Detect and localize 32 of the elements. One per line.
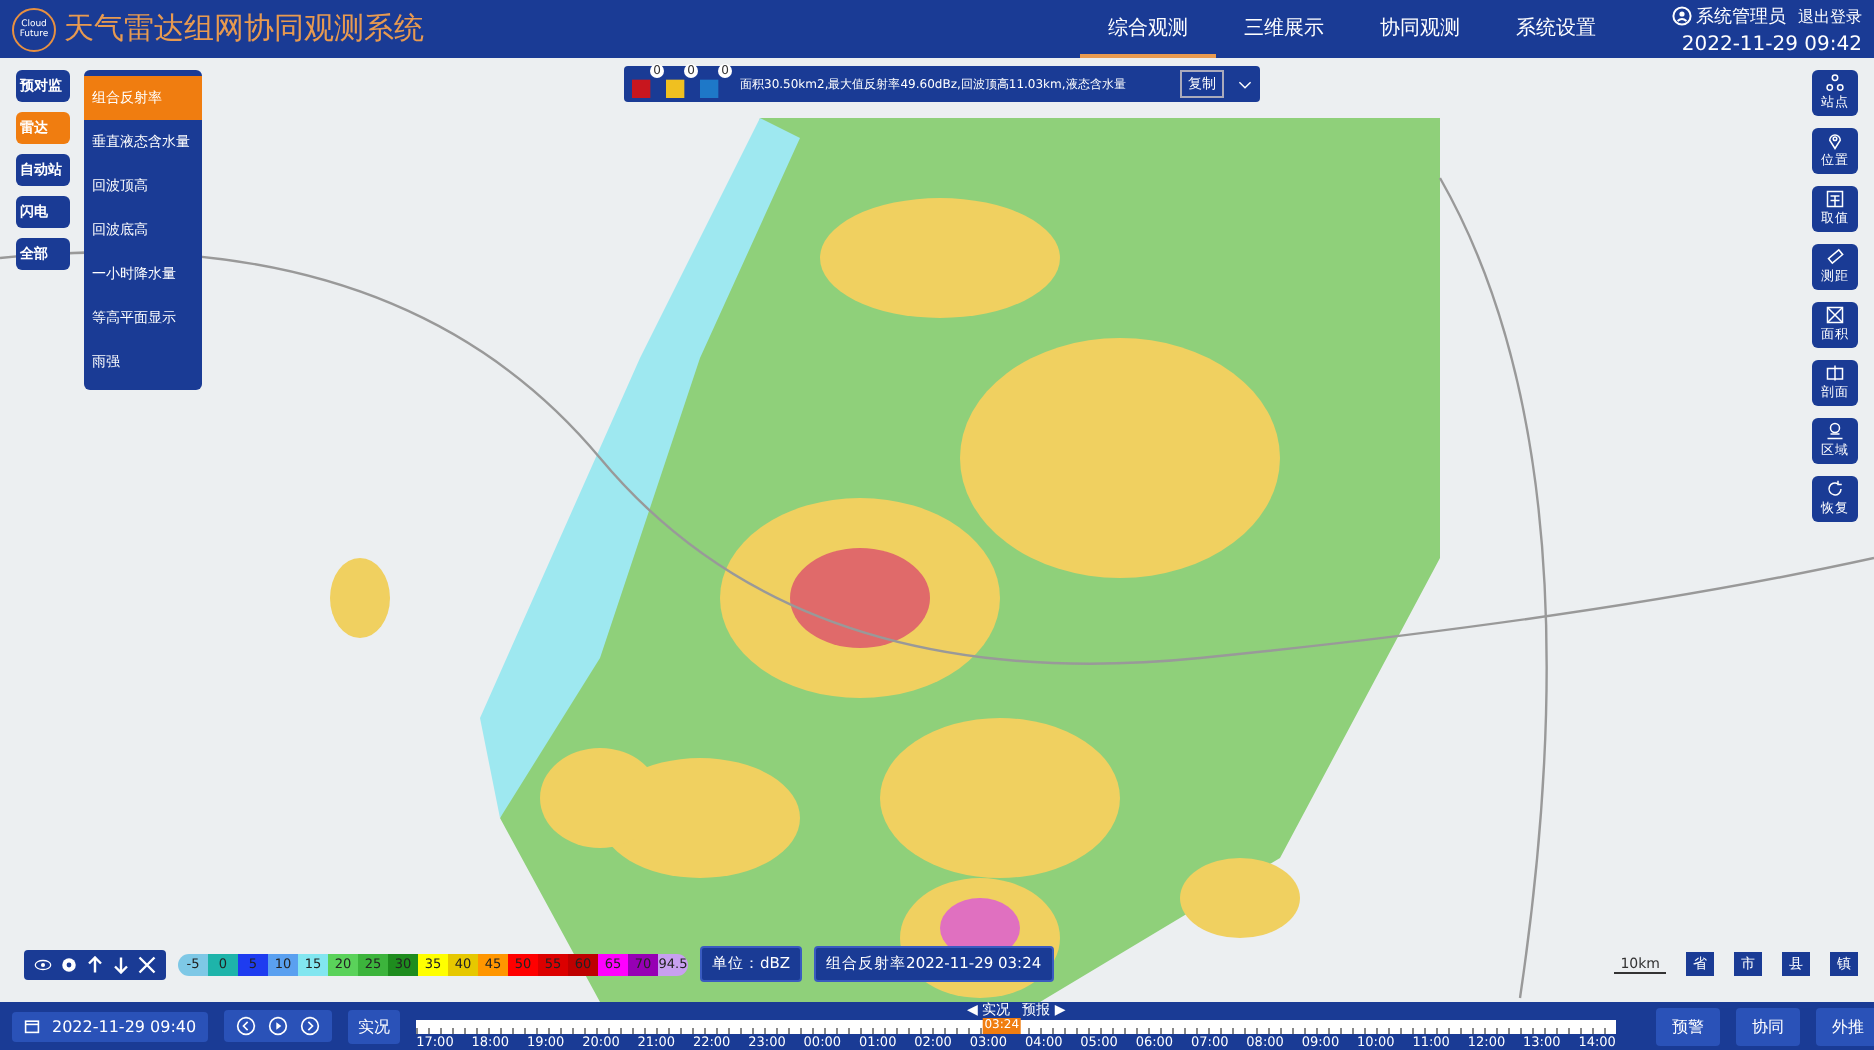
user-name: 系统管理员 [1696,5,1786,29]
action-button[interactable]: 外推 [1816,1007,1874,1045]
live-button[interactable]: 实况 [348,1009,401,1043]
date-field[interactable]: 2022-11-29 09:40 [12,1011,209,1041]
nav-tab[interactable]: 三维展示 [1216,1,1352,57]
refresh-icon [1826,480,1844,498]
next-icon[interactable] [300,1016,321,1036]
arrow-up-icon[interactable] [86,955,104,973]
settings-icon[interactable] [60,955,78,973]
region-icon [1826,422,1844,440]
crossed-square-icon [1826,306,1844,324]
calendar-icon [24,1018,40,1034]
action-button[interactable]: 预警 [1656,1007,1721,1045]
ruler-icon [1826,248,1844,266]
datetime-text: 2022-11-29 09:42 [1681,33,1862,55]
action-button[interactable]: 协同 [1736,1007,1801,1045]
nav-tab[interactable]: 协同观测 [1352,1,1488,57]
eye-icon[interactable] [34,955,52,973]
user-icon [1672,6,1692,26]
previous-icon[interactable] [236,1016,257,1036]
location-pin-icon [1826,132,1844,150]
nodes-icon [1826,74,1844,92]
app-title: 天气雷达组网协同观测系统 [64,10,424,48]
table-icon [1826,190,1844,208]
nav-tab[interactable]: 系统设置 [1488,1,1624,57]
close-icon[interactable] [138,955,156,973]
split-square-icon [1826,364,1844,382]
chevron-down-icon[interactable] [1238,79,1252,89]
play-icon[interactable] [268,1016,289,1036]
logout-link[interactable]: 退出登录 [1798,5,1862,27]
alert-icon[interactable] [666,76,688,98]
arrow-down-icon[interactable] [112,955,130,973]
